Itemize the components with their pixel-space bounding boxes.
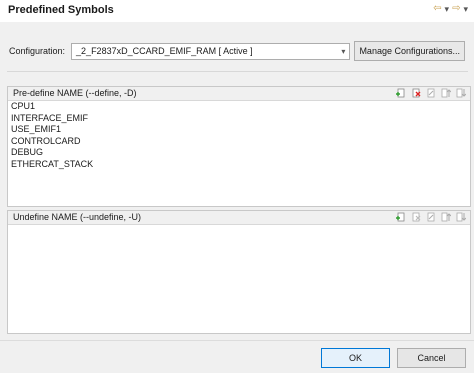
back-arrow-icon[interactable]: ⇦ [433, 3, 441, 15]
edit-icon[interactable] [426, 212, 436, 222]
move-down-icon[interactable] [456, 212, 466, 222]
predefine-list[interactable]: CPU1 INTERFACE_EMIF USE_EMIF1 CONTROLCAR… [8, 100, 470, 206]
title-bar: Predefined Symbols ⇦ ▾ ⇨ ▾ [0, 0, 474, 22]
dialog-footer: OK Cancel [0, 340, 474, 373]
predefine-toolbar [396, 88, 466, 98]
add-icon[interactable] [396, 212, 406, 222]
list-item[interactable]: DEBUG [11, 147, 467, 159]
predefine-header: Pre-define NAME (--define, -D) [8, 87, 470, 100]
edit-icon[interactable] [426, 88, 436, 98]
move-down-icon[interactable] [456, 88, 466, 98]
dropdown-icon[interactable]: ▾ [463, 3, 468, 15]
ok-button[interactable]: OK [321, 348, 390, 368]
configuration-value: _2_F2837xD_CCARD_EMIF_RAM [ Active ] [76, 45, 253, 56]
list-item[interactable]: CONTROLCARD [11, 136, 467, 148]
nav-controls: ⇦ ▾ ⇨ ▾ [433, 3, 468, 15]
cancel-button[interactable]: Cancel [397, 348, 466, 368]
move-up-icon[interactable] [441, 212, 451, 222]
undefine-title: Undefine NAME (--undefine, -U) [13, 212, 142, 222]
dropdown-icon[interactable]: ▾ [445, 3, 450, 15]
undefine-header: Undefine NAME (--undefine, -U) [8, 211, 470, 224]
chevron-down-icon: ▾ [341, 46, 346, 56]
predefine-title: Pre-define NAME (--define, -D) [13, 88, 137, 98]
forward-arrow-icon[interactable]: ⇨ [452, 3, 460, 15]
configuration-select[interactable]: _2_F2837xD_CCARD_EMIF_RAM [ Active ] ▾ [71, 42, 351, 60]
list-item[interactable]: INTERFACE_EMIF [11, 113, 467, 125]
configuration-label: Configuration: [9, 46, 66, 56]
add-icon[interactable] [396, 88, 406, 98]
undefine-toolbar [396, 212, 466, 222]
configuration-row: Configuration: _2_F2837xD_CCARD_EMIF_RAM… [9, 36, 465, 66]
delete-icon[interactable] [411, 212, 421, 222]
undefine-list[interactable] [8, 224, 470, 333]
list-item[interactable]: USE_EMIF1 [11, 124, 467, 136]
move-up-icon[interactable] [441, 88, 451, 98]
list-item[interactable]: CPU1 [11, 101, 467, 113]
delete-icon[interactable] [411, 88, 421, 98]
manage-configurations-button[interactable]: Manage Configurations... [354, 41, 465, 61]
dialog-content: Configuration: _2_F2837xD_CCARD_EMIF_RAM… [0, 22, 474, 340]
undefine-group: Undefine NAME (--undefine, -U) [7, 210, 471, 334]
dialog-title: Predefined Symbols [8, 4, 114, 16]
list-item[interactable]: ETHERCAT_STACK [11, 159, 467, 171]
predefine-group: Pre-define NAME (--define, -D) CPU1 INTE… [7, 86, 471, 207]
